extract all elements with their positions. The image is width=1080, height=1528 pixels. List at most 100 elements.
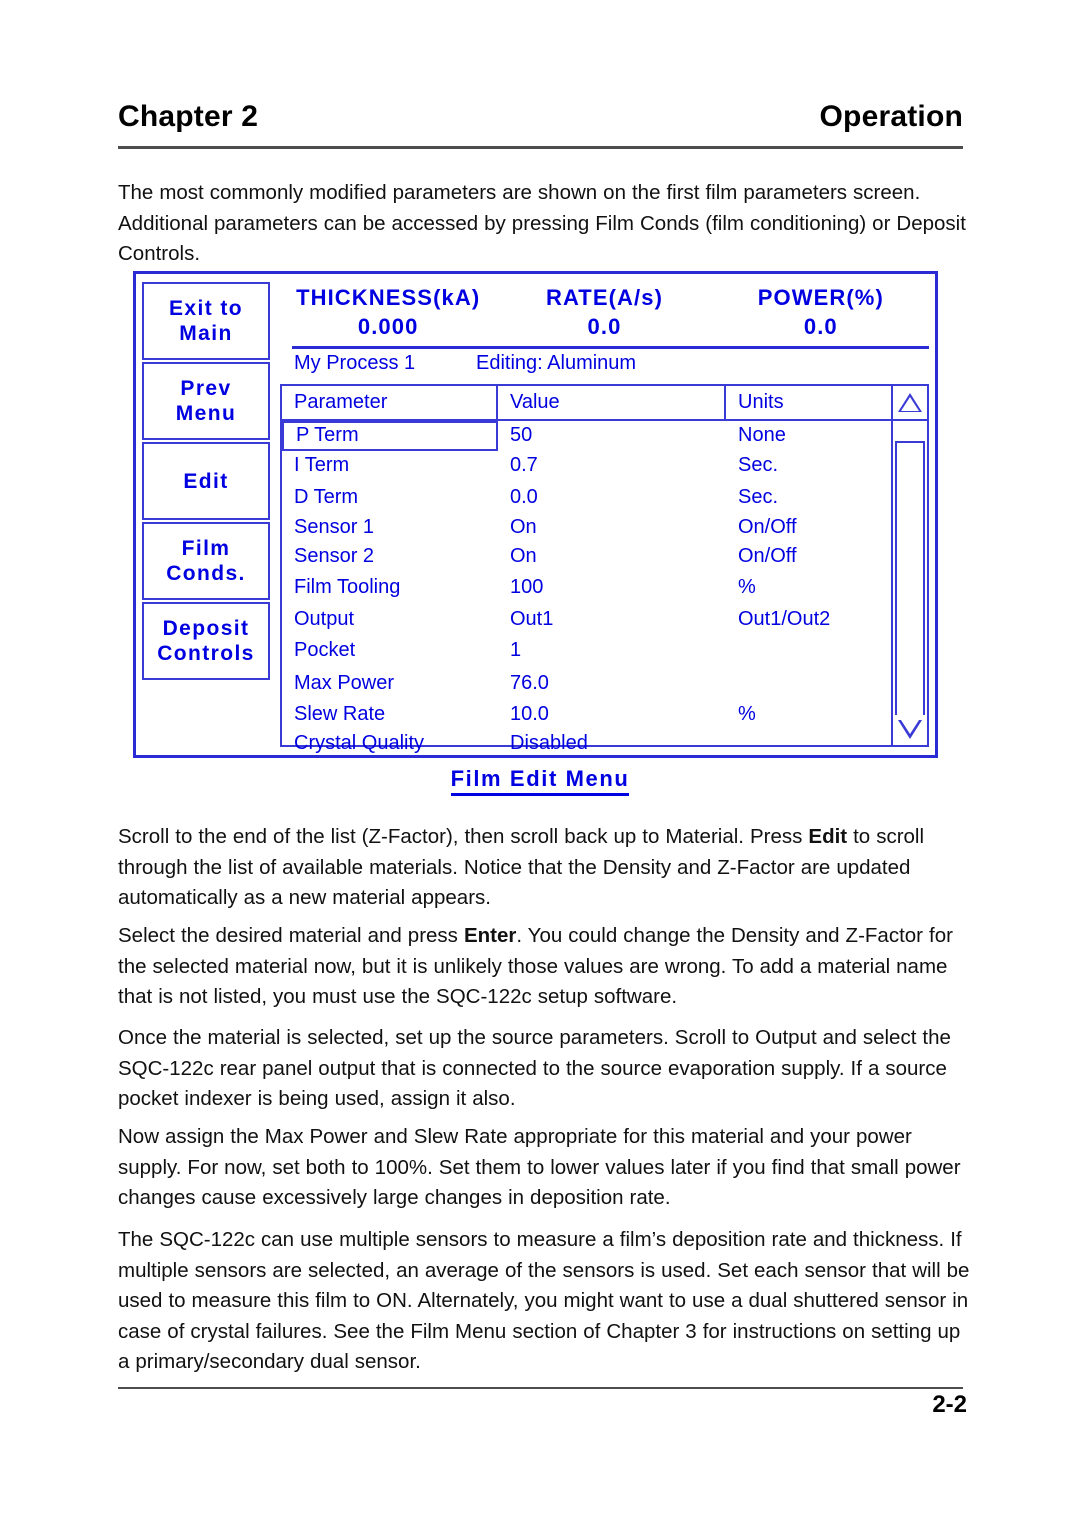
chapter-title: Chapter 2 <box>118 100 259 133</box>
table-row[interactable]: Pocket 1 <box>282 636 891 666</box>
row-value: 76.0 <box>510 672 549 695</box>
table-row[interactable]: D Term 0.0 Sec. <box>282 483 891 513</box>
film-edit-menu-figure: Exit to Main Prev Menu Edit Film Conds. … <box>133 271 938 758</box>
softkey-exit-to-main[interactable]: Exit to Main <box>142 282 270 360</box>
scrollbar-thumb[interactable] <box>895 421 925 443</box>
paragraph-multiple-sensors: The SQC-122c can use multiple sensors to… <box>118 1228 970 1373</box>
softkey-edit[interactable]: Edit <box>142 442 270 520</box>
row-parameter: Slew Rate <box>294 703 386 726</box>
row-parameter: P Term <box>282 421 498 451</box>
screen-main-panel: THICKNESS(kA) 0.000 RATE(A/s) 0.0 POWER(… <box>276 280 931 754</box>
row-parameter: D Term <box>294 486 359 509</box>
status-power-label: POWER(%) <box>757 285 884 310</box>
row-parameter: Output <box>294 608 355 631</box>
softkey-film-conds-line2: Conds. <box>166 562 246 585</box>
parameter-table-body: P Term 50 None I Term 0.7 Sec. D Term 0.… <box>282 421 891 754</box>
softkey-exit-to-main-line1: Exit to <box>169 297 243 320</box>
scroll-down-button[interactable] <box>893 715 927 743</box>
table-row[interactable]: Crystal Quality Disabled <box>282 729 891 759</box>
status-thickness-label: THICKNESS(kA) <box>296 285 481 310</box>
parameter-table-header: Parameter Value Units <box>282 386 927 421</box>
status-thickness-value: 0.000 <box>357 314 419 339</box>
row-value: 0.7 <box>510 454 538 477</box>
paragraph-source-parameters: Once the material is selected, set up th… <box>118 1026 951 1110</box>
status-thickness: THICKNESS(kA) 0.000 <box>280 284 496 344</box>
device-screen: Exit to Main Prev Menu Edit Film Conds. … <box>136 274 935 755</box>
row-units: On/Off <box>738 545 797 568</box>
row-parameter: Pocket <box>294 639 356 662</box>
triangle-down-icon <box>898 719 922 739</box>
column-header-parameter: Parameter <box>282 386 498 419</box>
row-units: None <box>738 424 786 447</box>
page-number: 2-2 <box>932 1391 967 1418</box>
scrollbar-track[interactable] <box>895 443 925 715</box>
table-scrollbar[interactable] <box>891 421 927 745</box>
softkey-prev-menu-line2: Menu <box>175 402 237 425</box>
running-header: Chapter 2 Operation <box>118 100 963 134</box>
table-row[interactable]: Max Power 76.0 <box>282 669 891 699</box>
p2-emphasis-edit: Edit <box>808 825 848 848</box>
row-value: 0.0 <box>510 486 538 509</box>
row-units: On/Off <box>738 516 797 539</box>
softkey-exit-to-main-line2: Main <box>179 322 233 345</box>
row-units: Sec. <box>738 454 779 477</box>
row-parameter: I Term <box>294 454 350 477</box>
row-parameter: Crystal Quality <box>294 732 425 755</box>
status-rate: RATE(A/s) 0.0 <box>496 284 712 344</box>
row-parameter: Film Tooling <box>294 576 401 599</box>
softkey-prev-menu[interactable]: Prev Menu <box>142 362 270 440</box>
table-row[interactable]: I Term 0.7 Sec. <box>282 451 891 481</box>
row-units: Sec. <box>738 486 779 509</box>
row-value: 50 <box>510 424 533 447</box>
row-value: On <box>510 545 537 568</box>
softkey-film-conds[interactable]: Film Conds. <box>142 522 270 600</box>
table-row[interactable]: P Term 50 None <box>282 421 891 451</box>
table-row[interactable]: Sensor 1 On On/Off <box>282 513 891 543</box>
status-rate-value: 0.0 <box>587 314 622 339</box>
scroll-up-button[interactable] <box>891 386 927 419</box>
p3-part-a: Select the desired material and press <box>118 924 464 947</box>
row-value: 1 <box>510 639 522 662</box>
table-row[interactable]: Sensor 2 On On/Off <box>282 542 891 572</box>
triangle-up-icon <box>898 393 922 412</box>
process-info-row: My Process 1 Editing: Aluminum <box>294 352 929 382</box>
softkey-deposit-controls[interactable]: Deposit Controls <box>142 602 270 680</box>
status-rate-label: RATE(A/s) <box>545 285 664 310</box>
column-header-units: Units <box>738 391 784 413</box>
row-value: 100 <box>510 576 544 599</box>
p2-part-a: Scroll to the end of the list (Z-Factor)… <box>118 825 809 848</box>
softkey-deposit-controls-line2: Controls <box>157 642 255 665</box>
header-divider <box>118 146 963 149</box>
row-units: % <box>738 576 756 599</box>
row-units <box>726 636 891 666</box>
figure-caption: Film Edit Menu <box>0 766 1080 796</box>
column-header-value: Value <box>498 386 726 419</box>
table-row[interactable]: Output Out1 Out1/Out2 <box>282 605 891 635</box>
p3-emphasis-enter: Enter <box>463 924 517 947</box>
table-row[interactable]: Slew Rate 10.0 % <box>282 700 891 730</box>
table-row[interactable]: Film Tooling 100 % <box>282 573 891 603</box>
softkey-deposit-controls-line1: Deposit <box>162 617 250 640</box>
row-units: Out1/Out2 <box>738 608 831 631</box>
section-title: Operation <box>819 100 963 133</box>
paragraph-max-power-slew: Now assign the Max Power and Slew Rate a… <box>118 1125 961 1209</box>
editing-material: Editing: Aluminum <box>476 352 637 374</box>
softkey-film-conds-line1: Film <box>181 537 231 560</box>
row-units: % <box>738 703 756 726</box>
status-divider <box>292 346 929 349</box>
status-readout-row: THICKNESS(kA) 0.000 RATE(A/s) 0.0 POWER(… <box>280 284 929 344</box>
row-parameter: Sensor 1 <box>294 516 375 539</box>
parameter-table: Parameter Value Units P Term 50 None I T… <box>280 384 929 754</box>
softkey-column: Exit to Main Prev Menu Edit Film Conds. … <box>142 280 270 753</box>
row-value: Out1 <box>510 608 554 631</box>
status-power: POWER(%) 0.0 <box>713 284 929 344</box>
paragraph-scroll-materials: Scroll to the end of the list (Z-Factor)… <box>118 822 970 914</box>
process-name: My Process 1 <box>294 352 416 374</box>
figure-caption-text: Film Edit Menu <box>450 766 630 796</box>
row-units <box>726 729 891 759</box>
row-value: 10.0 <box>510 703 549 726</box>
paragraph-select-material: Select the desired material and press En… <box>118 921 970 1013</box>
softkey-edit-line1: Edit <box>183 469 229 493</box>
row-value: Disabled <box>510 732 588 755</box>
footer-divider <box>118 1387 963 1389</box>
